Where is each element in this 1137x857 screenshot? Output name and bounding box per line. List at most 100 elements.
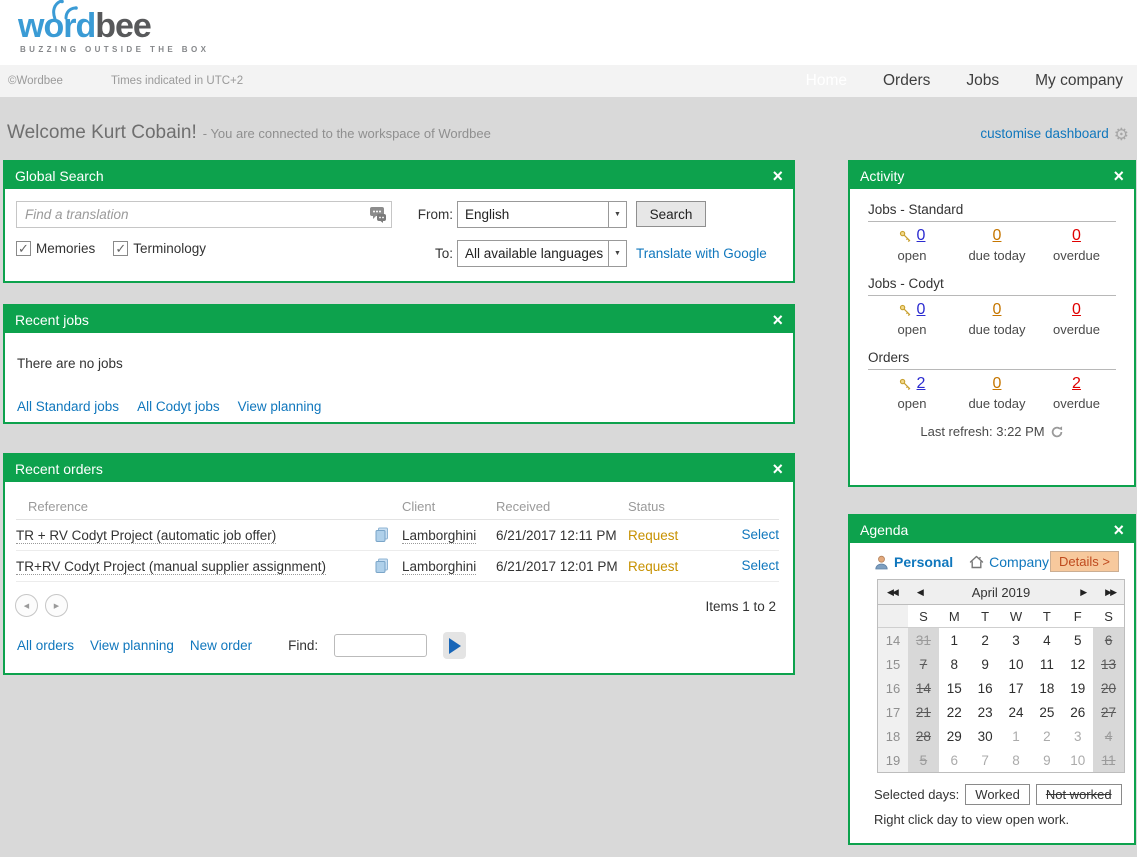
new-order-link[interactable]: New order — [190, 638, 252, 653]
calendar-day[interactable]: 1 — [1001, 724, 1032, 748]
calendar-day[interactable]: 26 — [1062, 700, 1093, 724]
calendar-day[interactable]: 22 — [939, 700, 970, 724]
calendar-day[interactable]: 18 — [1031, 676, 1062, 700]
calendar-day[interactable]: 14 — [908, 676, 939, 700]
to-language-select[interactable]: All available languages ▼ — [457, 240, 627, 267]
from-language-select[interactable]: English ▼ — [457, 201, 627, 228]
open-count-link[interactable]: 2 — [917, 375, 926, 393]
next-page-button[interactable]: ▶ — [45, 594, 68, 617]
nav-item-my-company[interactable]: My company — [1035, 72, 1123, 90]
calendar-day[interactable]: 6 — [939, 748, 970, 772]
calendar-day[interactable]: 16 — [970, 676, 1001, 700]
gear-icon[interactable]: ⚙ — [1114, 125, 1129, 145]
calendar-day[interactable]: 4 — [1093, 724, 1124, 748]
close-icon[interactable]: × — [772, 460, 783, 478]
calendar-day[interactable]: 5 — [908, 748, 939, 772]
find-go-button[interactable] — [443, 632, 466, 659]
chevron-down-icon[interactable]: ▼ — [608, 202, 626, 227]
calendar-day[interactable]: 29 — [939, 724, 970, 748]
view-planning-link[interactable]: View planning — [90, 638, 174, 653]
calendar-day[interactable]: 25 — [1031, 700, 1062, 724]
nav-item-jobs[interactable]: Jobs — [966, 72, 999, 90]
calendar-day[interactable]: 6 — [1093, 628, 1124, 652]
view-planning-link[interactable]: View planning — [238, 399, 322, 414]
due-count-link[interactable]: 0 — [993, 301, 1002, 319]
nav-item-orders[interactable]: Orders — [883, 72, 930, 90]
order-client-link[interactable]: Lamborghini — [402, 528, 496, 543]
overdue-count-link[interactable]: 0 — [1072, 227, 1081, 245]
next-month-icon[interactable]: ▶ — [1080, 587, 1085, 598]
calendar-day[interactable]: 5 — [1062, 628, 1093, 652]
calendar-day[interactable]: 11 — [1031, 652, 1062, 676]
close-icon[interactable]: × — [1113, 521, 1124, 539]
calendar-day[interactable]: 28 — [908, 724, 939, 748]
all-orders-link[interactable]: All orders — [17, 638, 74, 653]
calendar-day[interactable]: 7 — [908, 652, 939, 676]
order-reference-link[interactable]: TR+RV Codyt Project (manual supplier ass… — [16, 559, 374, 574]
prev-page-button[interactable]: ◀ — [15, 594, 38, 617]
calendar-day[interactable]: 20 — [1093, 676, 1124, 700]
overdue-count-link[interactable]: 0 — [1072, 301, 1081, 319]
translation-bubbles-icon[interactable] — [367, 206, 389, 229]
calendar-day[interactable]: 9 — [970, 652, 1001, 676]
terminology-checkbox-group[interactable]: ✓ Terminology — [113, 241, 206, 256]
all-codyt-jobs-link[interactable]: All Codyt jobs — [137, 399, 220, 414]
overdue-count-link[interactable]: 2 — [1072, 375, 1081, 393]
calendar-day[interactable]: 27 — [1093, 700, 1124, 724]
calendar-day[interactable]: 2 — [970, 628, 1001, 652]
memories-checkbox[interactable]: ✓ — [16, 241, 31, 256]
search-input[interactable] — [16, 201, 392, 228]
calendar-day[interactable]: 31 — [908, 628, 939, 652]
due-count-link[interactable]: 0 — [993, 375, 1002, 393]
calendar-day[interactable]: 15 — [939, 676, 970, 700]
order-client-link[interactable]: Lamborghini — [402, 559, 496, 574]
calendar-day[interactable]: 8 — [1001, 748, 1032, 772]
order-reference-link[interactable]: TR + RV Codyt Project (automatic job off… — [16, 528, 374, 543]
details-button[interactable]: Details > — [1050, 551, 1119, 572]
calendar-day[interactable]: 21 — [908, 700, 939, 724]
close-icon[interactable]: × — [772, 311, 783, 329]
nav-item-home[interactable]: Home — [806, 72, 847, 90]
tab-company[interactable]: Company — [969, 554, 1049, 570]
terminology-checkbox[interactable]: ✓ — [113, 241, 128, 256]
translate-with-google-link[interactable]: Translate with Google — [636, 246, 767, 261]
all-standard-jobs-link[interactable]: All Standard jobs — [17, 399, 119, 414]
calendar-day[interactable]: 9 — [1031, 748, 1062, 772]
next-year-icon[interactable]: ▶▶ — [1105, 587, 1115, 598]
close-icon[interactable]: × — [1113, 167, 1124, 185]
calendar-day[interactable]: 3 — [1062, 724, 1093, 748]
calendar-day[interactable]: 4 — [1031, 628, 1062, 652]
calendar-day[interactable]: 1 — [939, 628, 970, 652]
calendar-day[interactable]: 10 — [1062, 748, 1093, 772]
select-link[interactable]: Select — [741, 558, 779, 573]
tab-personal[interactable]: Personal — [874, 554, 953, 570]
calendar-day[interactable]: 24 — [1001, 700, 1032, 724]
customise-dashboard-link[interactable]: customise dashboard — [980, 126, 1108, 141]
calendar-day[interactable]: 30 — [970, 724, 1001, 748]
calendar-day[interactable]: 12 — [1062, 652, 1093, 676]
calendar-day[interactable]: 10 — [1001, 652, 1032, 676]
calendar-day[interactable]: 11 — [1093, 748, 1124, 772]
open-count-link[interactable]: 0 — [917, 301, 926, 319]
refresh-icon[interactable] — [1050, 425, 1064, 439]
prev-year-icon[interactable]: ◀◀ — [887, 587, 897, 598]
due-count-link[interactable]: 0 — [993, 227, 1002, 245]
calendar-day[interactable]: 17 — [1001, 676, 1032, 700]
calendar-day[interactable]: 19 — [1062, 676, 1093, 700]
calendar-day[interactable]: 13 — [1093, 652, 1124, 676]
open-count-link[interactable]: 0 — [917, 227, 926, 245]
search-button[interactable]: Search — [636, 201, 706, 227]
worked-button[interactable]: Worked — [965, 784, 1030, 805]
calendar-day[interactable]: 23 — [970, 700, 1001, 724]
select-link[interactable]: Select — [741, 527, 779, 542]
not-worked-button[interactable]: Not worked — [1036, 784, 1122, 805]
calendar-day[interactable]: 2 — [1031, 724, 1062, 748]
close-icon[interactable]: × — [772, 167, 783, 185]
wordbee-logo[interactable]: wordbee BUZZING OUTSIDE THE BOX — [18, 8, 218, 54]
find-input[interactable] — [334, 634, 427, 657]
calendar-day[interactable]: 3 — [1001, 628, 1032, 652]
chevron-down-icon[interactable]: ▼ — [608, 241, 626, 266]
calendar-day[interactable]: 7 — [970, 748, 1001, 772]
calendar-day[interactable]: 8 — [939, 652, 970, 676]
memories-checkbox-group[interactable]: ✓ Memories — [16, 241, 95, 256]
